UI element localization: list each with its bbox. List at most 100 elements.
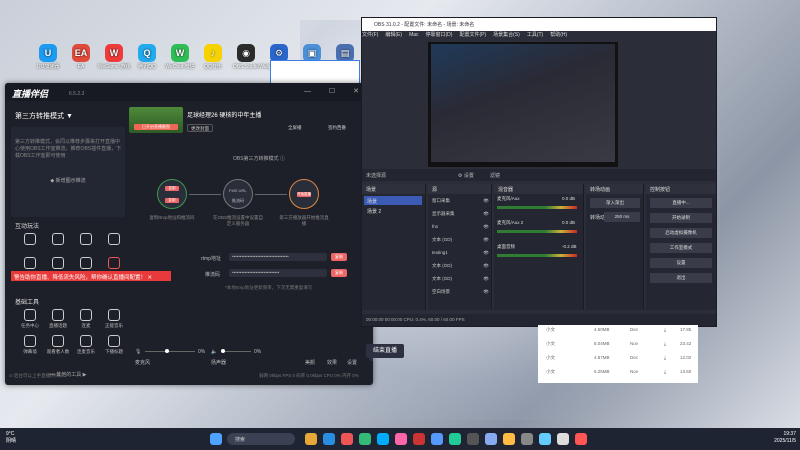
taskbar-app-icon[interactable] bbox=[413, 433, 425, 445]
scene-item[interactable]: 场景 2 bbox=[364, 206, 422, 215]
basic-tool[interactable]: 连麦 bbox=[73, 309, 99, 329]
eye-icon[interactable]: 👁 bbox=[483, 237, 489, 243]
taskbar-app-icon[interactable] bbox=[323, 433, 335, 445]
start-icon[interactable] bbox=[210, 433, 222, 445]
key-field[interactable]: •••••••••••••••••••••••••••••• bbox=[229, 269, 327, 277]
menu-edit[interactable]: 编辑(E) bbox=[385, 32, 402, 38]
menu-help[interactable]: 帮助(H) bbox=[550, 32, 567, 38]
download-icon[interactable]: ⤓ bbox=[664, 327, 666, 332]
source-item[interactable]: 文本 (GD) 👁 bbox=[430, 274, 492, 284]
speaker-slider[interactable] bbox=[221, 349, 251, 353]
menu-file[interactable]: 文件(F) bbox=[362, 32, 378, 38]
basic-tool[interactable]: 正能音乐 bbox=[101, 309, 127, 329]
control-button[interactable]: 启动虚拟摄像机 bbox=[650, 228, 712, 238]
interact-tool[interactable] bbox=[73, 233, 99, 247]
taskbar-app-icon[interactable] bbox=[575, 433, 587, 445]
eye-icon[interactable]: 👁 bbox=[483, 198, 489, 204]
cover-button[interactable]: 更改封面 bbox=[187, 124, 213, 132]
file-row[interactable]: 小文 5.25MB Nov ⤓ 13.60 bbox=[538, 369, 698, 381]
scene-item[interactable]: 场景 bbox=[364, 196, 422, 205]
taskbar-app-icon[interactable] bbox=[395, 433, 407, 445]
menu-view[interactable]: Mac bbox=[409, 32, 418, 38]
tutorial-link[interactable]: ◆ 新增图示推流 bbox=[11, 177, 125, 184]
copy-rtmp-button[interactable]: 复制 bbox=[331, 253, 347, 261]
mode-selector[interactable]: 第三方转推模式 ▼ bbox=[11, 107, 125, 125]
menu-docks[interactable]: 停靠窗口(D) bbox=[426, 32, 453, 38]
control-button[interactable]: 直播中... bbox=[650, 198, 712, 208]
stream-thumbnail[interactable]: 已开启直播截图 bbox=[129, 107, 183, 133]
interact-tool[interactable] bbox=[17, 233, 43, 247]
download-icon[interactable]: ⤓ bbox=[664, 341, 666, 346]
taskbar-app-icon[interactable] bbox=[521, 433, 533, 445]
eye-icon[interactable]: 👁 bbox=[483, 263, 489, 269]
obs-preview[interactable] bbox=[428, 42, 618, 167]
eye-icon[interactable]: 👁 bbox=[483, 289, 489, 295]
source-item[interactable]: fns 👁 bbox=[430, 222, 492, 232]
source-filters-button[interactable]: 滤镜 bbox=[490, 172, 500, 179]
mic-icon[interactable]: 🎙 bbox=[135, 349, 141, 355]
control-button[interactable]: 开始录制 bbox=[650, 213, 712, 223]
taskbar-app-icon[interactable] bbox=[359, 433, 371, 445]
source-item[interactable]: 窗口采集 👁 bbox=[430, 196, 492, 206]
download-icon[interactable]: ⤓ bbox=[664, 355, 666, 360]
interact-tool[interactable] bbox=[45, 233, 71, 247]
taskbar-app-icon[interactable] bbox=[467, 433, 479, 445]
speaker-icon[interactable]: 🔈 bbox=[211, 349, 217, 355]
weather-widget[interactable]: 9°C 阴晴 bbox=[6, 431, 16, 445]
menu-tools[interactable]: 工具(T) bbox=[527, 32, 543, 38]
blank-window[interactable] bbox=[270, 60, 360, 85]
eye-icon[interactable]: 👁 bbox=[483, 276, 489, 282]
transition-select[interactable]: 渐入渐出 bbox=[590, 198, 640, 208]
control-button[interactable]: 退出 bbox=[650, 273, 712, 283]
menu-scenes[interactable]: 场景集合(S) bbox=[493, 32, 520, 38]
basic-tool[interactable]: 任务中心 bbox=[17, 309, 43, 329]
taskbar-app-icon[interactable] bbox=[557, 433, 569, 445]
taskbar-app-icon[interactable] bbox=[341, 433, 353, 445]
taskbar-app-icon[interactable] bbox=[485, 433, 497, 445]
beauty-button[interactable]: 美颜 bbox=[305, 359, 315, 366]
fullscreen-button[interactable]: 全屏播 bbox=[285, 124, 305, 132]
settings-button[interactable]: 设置 bbox=[347, 359, 357, 366]
eye-icon[interactable]: 👁 bbox=[483, 224, 489, 230]
control-button[interactable]: 设置 bbox=[650, 258, 712, 268]
share-button[interactable]: 签约西番 bbox=[325, 124, 349, 132]
taskbar-app-icon[interactable] bbox=[449, 433, 461, 445]
taskbar-app-icon[interactable] bbox=[377, 433, 389, 445]
download-icon[interactable]: ⤓ bbox=[664, 369, 666, 374]
source-item[interactable]: 空白场景 👁 bbox=[430, 287, 492, 297]
effect-button[interactable]: 效果 bbox=[327, 359, 337, 366]
source-item[interactable]: 文本 (GD) 👁 bbox=[430, 261, 492, 271]
file-row[interactable]: 小文 4.87MB Dec ⤓ 12.02 bbox=[538, 355, 698, 367]
source-settings-button[interactable]: ⚙ 设置 bbox=[458, 172, 474, 179]
stream-title[interactable]: 足球经理26 硬核的中年主播 bbox=[187, 110, 261, 119]
mic-slider[interactable] bbox=[145, 349, 195, 353]
clock[interactable]: 19:37 2025/11/5 bbox=[774, 431, 796, 445]
start-live-button[interactable]: 开始直播 bbox=[297, 192, 311, 197]
search-box[interactable]: 搜索 bbox=[227, 433, 295, 445]
end-live-button[interactable]: 结束直播 bbox=[366, 344, 404, 358]
source-item[interactable]: 显示器采集 👁 bbox=[430, 209, 492, 219]
copy-key-button[interactable]: 复制 bbox=[331, 269, 347, 277]
screenshot-badge[interactable]: 已开启直播截图 bbox=[134, 124, 178, 130]
interact-tool[interactable] bbox=[101, 233, 127, 247]
eye-icon[interactable]: 👁 bbox=[483, 250, 489, 256]
basic-tool[interactable]: 直播话题 bbox=[45, 309, 71, 329]
duration-input[interactable]: 250 ms bbox=[604, 212, 640, 222]
copy-button-2[interactable]: 复制 bbox=[165, 198, 179, 203]
file-row[interactable]: 小文 8.04MB Nov ⤓ 23.42 bbox=[538, 341, 698, 353]
taskbar-app-icon[interactable] bbox=[305, 433, 317, 445]
source-item[interactable]: texting1 👁 bbox=[430, 248, 492, 258]
copy-button-1[interactable]: 复制 bbox=[165, 186, 179, 191]
right-pane: 已开启直播截图 足球经理26 硬核的中年主播 更改封面 全屏播 签约西番 OBS… bbox=[129, 107, 369, 377]
window-controls[interactable]: — ☐ ✕ bbox=[304, 87, 367, 95]
control-button[interactable]: 工作室模式 bbox=[650, 243, 712, 253]
time: 19:37 bbox=[783, 431, 796, 437]
rtmp-field[interactable]: •••••••••••••••••••••••••••••••••••• bbox=[229, 253, 327, 261]
menu-profile[interactable]: 配置文件(P) bbox=[459, 32, 486, 38]
taskbar-app-icon[interactable] bbox=[539, 433, 551, 445]
eye-icon[interactable]: 👁 bbox=[483, 211, 489, 217]
taskbar-app-icon[interactable] bbox=[431, 433, 443, 445]
taskbar-app-icon[interactable] bbox=[503, 433, 515, 445]
source-item[interactable]: 文本 (GD) 👁 bbox=[430, 235, 492, 245]
file-row[interactable]: 小文 4.50MB Dec ⤓ 17.85 bbox=[538, 327, 698, 339]
